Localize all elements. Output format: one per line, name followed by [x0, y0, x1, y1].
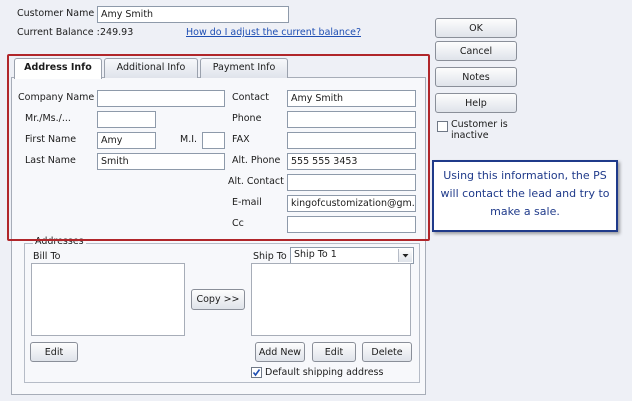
ship-to-address-box[interactable] — [251, 263, 411, 336]
salutation-field[interactable] — [97, 111, 156, 128]
current-balance-value: 249.93 — [100, 27, 134, 38]
contact-field[interactable] — [287, 90, 416, 107]
email-field[interactable] — [287, 195, 416, 212]
tab-address-info-label: Address Info — [24, 62, 92, 73]
bill-to-address-box[interactable] — [31, 263, 185, 336]
last-name-label: Last Name — [25, 155, 76, 166]
addresses-label: Addresses — [33, 236, 86, 247]
email-label: E-mail — [232, 197, 262, 208]
alt-phone-field[interactable] — [287, 153, 416, 170]
callout-box: Using this information, the PS will cont… — [432, 160, 618, 232]
tab-payment-info[interactable]: Payment Info — [200, 58, 288, 78]
customer-name-field[interactable] — [97, 6, 289, 23]
notes-button[interactable]: Notes — [435, 67, 517, 87]
customer-name-label: Customer Name — [17, 8, 95, 19]
cc-label: Cc — [232, 218, 244, 229]
tab-payment-info-label: Payment Info — [212, 62, 276, 73]
callout-text: Using this information, the PS will cont… — [440, 169, 610, 218]
edit-ship-to-button[interactable]: Edit — [312, 342, 356, 362]
edit-bill-to-button[interactable]: Edit — [30, 342, 78, 362]
checkmark-icon — [252, 369, 261, 377]
tab-additional-info-label: Additional Info — [116, 62, 186, 73]
chevron-down-icon[interactable] — [398, 249, 412, 262]
ok-button[interactable]: OK — [435, 18, 517, 38]
phone-field[interactable] — [287, 111, 416, 128]
alt-contact-label: Alt. Contact — [228, 176, 284, 187]
first-name-label: First Name — [25, 134, 77, 145]
alt-phone-label: Alt. Phone — [232, 155, 281, 166]
customer-inactive-checkbox[interactable] — [437, 121, 448, 132]
customer-inactive-label: Customer is inactive — [451, 119, 508, 141]
bill-to-label: Bill To — [33, 251, 61, 262]
copy-button[interactable]: Copy >> — [191, 289, 245, 310]
first-name-field[interactable] — [97, 132, 156, 149]
tab-address-info[interactable]: Address Info — [14, 58, 102, 79]
help-button[interactable]: Help — [435, 93, 517, 113]
default-shipping-label: Default shipping address — [265, 367, 384, 378]
fax-label: FAX — [232, 134, 250, 145]
adjust-balance-link[interactable]: How do I adjust the current balance? — [186, 27, 361, 38]
tab-additional-info[interactable]: Additional Info — [104, 58, 198, 78]
salutation-label: Mr./Ms./... — [25, 113, 71, 124]
default-shipping-checkbox[interactable] — [251, 367, 262, 378]
add-new-button[interactable]: Add New — [255, 342, 305, 362]
fax-field[interactable] — [287, 132, 416, 149]
phone-label: Phone — [232, 113, 262, 124]
cancel-button[interactable]: Cancel — [435, 41, 517, 61]
current-balance-label: Current Balance : — [17, 27, 100, 38]
company-name-label: Company Name — [18, 92, 95, 103]
delete-button[interactable]: Delete — [362, 342, 412, 362]
company-name-field[interactable] — [97, 90, 225, 107]
ship-to-selected-value: Ship To 1 — [294, 249, 337, 260]
cc-field[interactable] — [287, 216, 416, 233]
alt-contact-field[interactable] — [287, 174, 416, 191]
contact-label: Contact — [232, 92, 269, 103]
ship-to-select[interactable]: Ship To 1 — [290, 247, 414, 264]
ship-to-label: Ship To — [253, 251, 287, 262]
last-name-field[interactable] — [97, 153, 225, 170]
mi-field[interactable] — [202, 132, 225, 149]
mi-label: M.I. — [180, 134, 198, 145]
